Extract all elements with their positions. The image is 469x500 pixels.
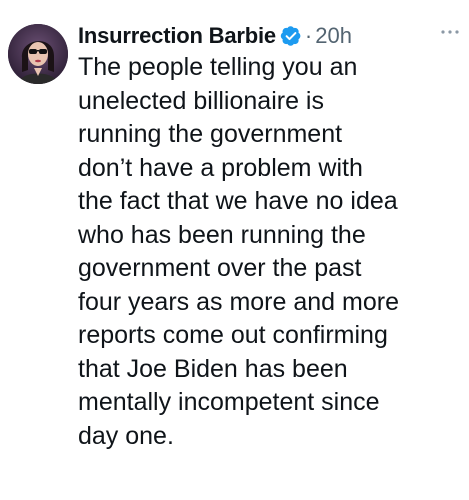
avatar-image [8,24,68,84]
tweet-header: Insurrection Barbie · 20h [78,20,459,52]
tweet-text: The people telling you an unelected bill… [78,53,399,450]
tweet-card[interactable]: Insurrection Barbie · 20h The people tel… [0,0,469,500]
header-separator: · [304,23,313,48]
tweet-timestamp[interactable]: 20h [315,23,352,49]
author-display-name[interactable]: Insurrection Barbie [78,23,276,49]
avatar[interactable] [8,24,68,84]
verified-badge-icon [280,25,302,47]
more-options-icon[interactable] [435,20,465,44]
